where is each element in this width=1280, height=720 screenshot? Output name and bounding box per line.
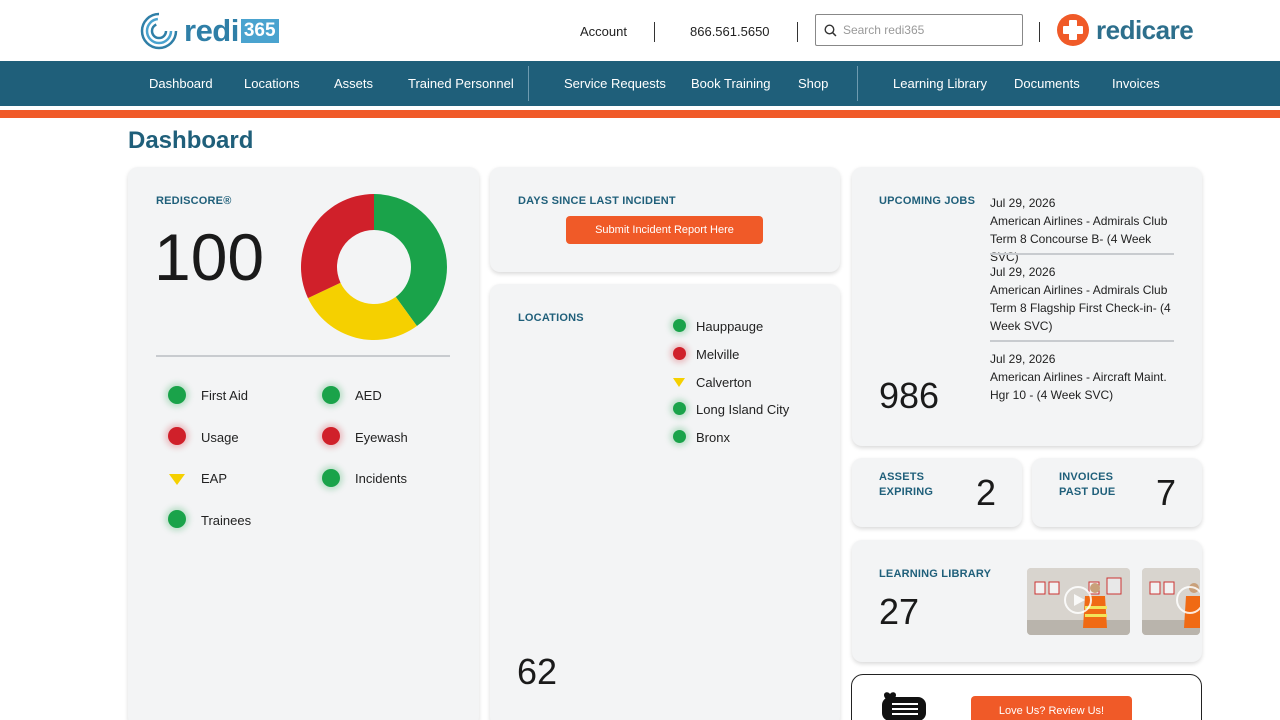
usage-label: Usage	[201, 430, 239, 445]
nav-assets[interactable]: Assets	[334, 76, 373, 91]
assets-expiring-value: 2	[976, 472, 997, 513]
assets-expiring-title-line1: ASSETS	[879, 471, 925, 483]
donut-segment-yellow	[307, 282, 417, 340]
video-thumbnail[interactable]	[1027, 568, 1130, 635]
review-us-button[interactable]: Love Us? Review Us!	[971, 696, 1132, 720]
job-divider	[990, 253, 1174, 255]
location-calverton[interactable]: Calverton	[696, 375, 752, 390]
review-card: Love Us? Review Us!	[851, 674, 1202, 720]
invoices-past-due-title-line1: INVOICES	[1059, 471, 1114, 483]
rediscore-divider	[156, 355, 450, 357]
rediscore-value: 100	[154, 220, 265, 294]
nav-divider	[857, 66, 858, 101]
page-title: Dashboard	[128, 127, 254, 154]
eyewash-label: Eyewash	[355, 430, 408, 445]
job-date: Jul 29, 2026	[990, 352, 1056, 366]
main-nav: Dashboard Locations Assets Trained Perso…	[0, 61, 1280, 106]
location-melville[interactable]: Melville	[696, 347, 739, 362]
job-item[interactable]: Jul 29, 2026 American Airlines - Admiral…	[990, 194, 1174, 266]
nav-divider	[528, 66, 529, 101]
bronx-status-icon	[673, 430, 686, 443]
nav-service-requests[interactable]: Service Requests	[564, 76, 666, 91]
invoices-past-due-title-line2: PAST DUE	[1059, 486, 1116, 498]
video-thumbnail[interactable]	[1142, 568, 1200, 635]
review-chat-heart-icon	[882, 692, 926, 720]
header-divider	[654, 22, 655, 42]
job-item[interactable]: Jul 29, 2026 American Airlines - Aircraf…	[990, 350, 1174, 404]
redicare-logo-word: redicare	[1096, 14, 1194, 45]
invoices-past-due-value: 7	[1156, 472, 1177, 513]
rediscore-title: REDISCORE®	[156, 195, 232, 207]
aed-label: AED	[355, 388, 382, 403]
upcoming-jobs-title: UPCOMING JOBS	[879, 195, 976, 207]
accent-bar	[0, 110, 1280, 118]
nav-shop[interactable]: Shop	[798, 76, 828, 91]
search-icon[interactable]	[824, 24, 837, 37]
header-divider	[797, 22, 798, 42]
locations-count: 62	[517, 651, 558, 692]
job-date: Jul 29, 2026	[990, 196, 1056, 210]
melville-status-icon	[673, 347, 686, 360]
trainees-label: Trainees	[201, 513, 252, 528]
assets-expiring-title-line2: EXPIRING	[879, 486, 934, 498]
submit-incident-report-button[interactable]: Submit Incident Report Here	[566, 216, 763, 244]
job-description: American Airlines - Admirals Club Term 8…	[990, 283, 1171, 333]
learning-library-title: LEARNING LIBRARY	[879, 568, 992, 580]
location-hauppauge[interactable]: Hauppauge	[696, 319, 763, 334]
hauppauge-status-icon	[673, 319, 686, 332]
incident-card: DAYS SINCE LAST INCIDENT Submit Incident…	[490, 167, 840, 272]
aed-status-icon	[322, 386, 340, 404]
trainees-status-icon	[168, 510, 186, 528]
redi365-swirl-icon	[140, 12, 178, 50]
job-description: American Airlines - Aircraft Maint. Hgr …	[990, 370, 1167, 402]
search-box	[815, 14, 1023, 46]
eap-warning-icon	[169, 474, 185, 485]
location-long-island-city[interactable]: Long Island City	[696, 402, 789, 417]
rediscore-donut-chart	[301, 194, 447, 340]
nav-invoices[interactable]: Invoices	[1112, 76, 1160, 91]
usage-status-icon	[168, 427, 186, 445]
first-aid-label: First Aid	[201, 388, 248, 403]
search-input[interactable]	[842, 23, 1022, 37]
calverton-warning-icon	[673, 378, 685, 387]
learning-library-count: 27	[879, 591, 920, 632]
upcoming-jobs-count: 986	[879, 375, 940, 416]
location-bronx[interactable]: Bronx	[696, 430, 730, 445]
phone-number[interactable]: 866.561.5650	[690, 24, 770, 39]
nav-trained-personnel[interactable]: Trained Personnel	[408, 76, 514, 91]
job-description: American Airlines - Admirals Club Term 8…	[990, 214, 1168, 264]
incidents-label: Incidents	[355, 471, 408, 486]
training-video-image	[1027, 568, 1130, 635]
redi365-logo[interactable]: redi 365	[140, 12, 279, 50]
donut-segment-red	[301, 194, 374, 299]
long-island-city-status-icon	[673, 402, 686, 415]
incidents-status-icon	[322, 469, 340, 487]
redi365-logo-word: redi	[184, 13, 239, 48]
training-video-image	[1142, 568, 1200, 635]
nav-locations[interactable]: Locations	[244, 76, 300, 91]
nav-learning-library[interactable]: Learning Library	[893, 76, 987, 91]
redicare-cross-icon	[1057, 14, 1089, 46]
account-link[interactable]: Account	[580, 24, 627, 39]
nav-book-training[interactable]: Book Training	[691, 76, 771, 91]
assets-expiring-card[interactable]: ASSETS EXPIRING 2	[852, 458, 1022, 527]
header: redi 365 Account 866.561.5650 redicare	[0, 0, 1280, 61]
redi365-logo-number: 365	[240, 19, 279, 43]
rediscore-card: REDISCORE® 100 First Aid AED Usage Eyewa…	[128, 167, 479, 720]
header-divider	[1039, 22, 1040, 42]
nav-documents[interactable]: Documents	[1014, 76, 1080, 91]
eap-label: EAP	[201, 471, 228, 486]
job-date: Jul 29, 2026	[990, 265, 1056, 279]
locations-card: LOCATIONS Hauppauge Melville Calverton L…	[490, 284, 840, 720]
first-aid-status-icon	[168, 386, 186, 404]
incident-title: DAYS SINCE LAST INCIDENT	[518, 195, 676, 207]
nav-dashboard[interactable]: Dashboard	[149, 76, 213, 91]
job-divider	[990, 340, 1174, 342]
job-item[interactable]: Jul 29, 2026 American Airlines - Admiral…	[990, 263, 1174, 335]
locations-title: LOCATIONS	[518, 312, 584, 324]
redicare-logo[interactable]: redicare	[1056, 13, 1194, 47]
eyewash-status-icon	[322, 427, 340, 445]
invoices-past-due-card[interactable]: INVOICES PAST DUE 7	[1032, 458, 1202, 527]
